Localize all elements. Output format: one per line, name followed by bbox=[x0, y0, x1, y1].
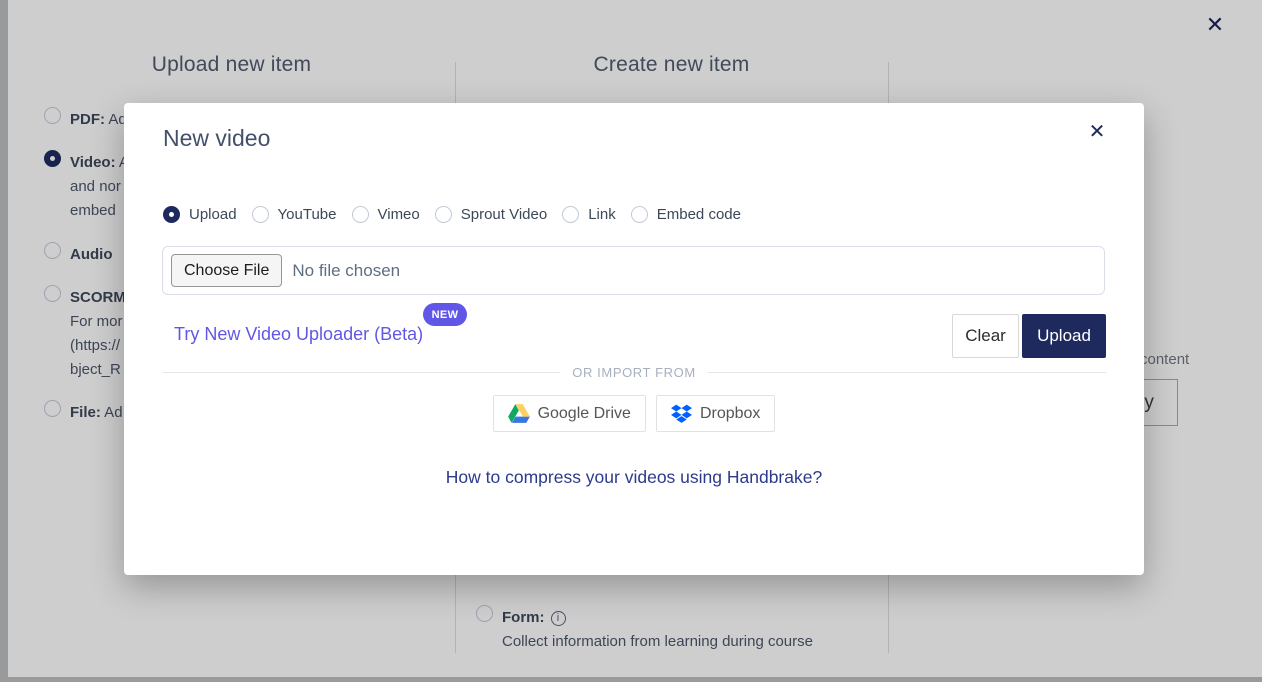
radio-youtube[interactable]: YouTube bbox=[252, 206, 337, 223]
import-button-label: Google Drive bbox=[538, 405, 631, 423]
google-drive-icon bbox=[508, 404, 530, 423]
dropbox-button[interactable]: Dropbox bbox=[656, 395, 775, 432]
import-divider: OR IMPORT FROM bbox=[162, 365, 1106, 380]
radio-label: Sprout Video bbox=[461, 206, 547, 223]
radio-embed-code[interactable]: Embed code bbox=[631, 206, 741, 223]
dropbox-icon bbox=[671, 404, 692, 423]
radio-label: Vimeo bbox=[378, 206, 420, 223]
radio-circle bbox=[435, 206, 452, 223]
radio-label: YouTube bbox=[278, 206, 337, 223]
choose-file-button[interactable]: Choose File bbox=[171, 254, 282, 287]
radio-sprout-video[interactable]: Sprout Video bbox=[435, 206, 547, 223]
upload-button[interactable]: Upload bbox=[1022, 314, 1106, 358]
file-input[interactable]: Choose File No file chosen bbox=[162, 246, 1105, 295]
radio-circle bbox=[252, 206, 269, 223]
divider-line bbox=[708, 372, 1106, 373]
try-new-uploader-link[interactable]: Try New Video Uploader (Beta) bbox=[174, 324, 423, 345]
divider-line bbox=[162, 372, 560, 373]
new-badge: NEW bbox=[423, 303, 467, 326]
import-buttons: Google Drive Dropbox bbox=[124, 395, 1144, 432]
modal-title: New video bbox=[163, 125, 270, 152]
modal-close-icon[interactable]: ✕ bbox=[1082, 116, 1112, 146]
radio-upload[interactable]: Upload bbox=[163, 206, 237, 223]
radio-link[interactable]: Link bbox=[562, 206, 616, 223]
clear-button[interactable]: Clear bbox=[952, 314, 1019, 358]
import-button-label: Dropbox bbox=[700, 405, 760, 423]
divider-label: OR IMPORT FROM bbox=[560, 365, 707, 380]
radio-circle bbox=[352, 206, 369, 223]
handbrake-help-link[interactable]: How to compress your videos using Handbr… bbox=[124, 467, 1144, 488]
radio-label: Embed code bbox=[657, 206, 741, 223]
google-drive-button[interactable]: Google Drive bbox=[493, 395, 646, 432]
file-chosen-status: No file chosen bbox=[292, 261, 400, 281]
radio-circle-selected bbox=[163, 206, 180, 223]
radio-vimeo[interactable]: Vimeo bbox=[352, 206, 420, 223]
radio-circle bbox=[562, 206, 579, 223]
video-source-radios: Upload YouTube Vimeo Sprout Video Link E… bbox=[163, 206, 756, 223]
radio-label: Upload bbox=[189, 206, 237, 223]
radio-circle bbox=[631, 206, 648, 223]
new-video-modal: New video ✕ Upload YouTube Vimeo Sprout … bbox=[124, 103, 1144, 575]
radio-label: Link bbox=[588, 206, 616, 223]
